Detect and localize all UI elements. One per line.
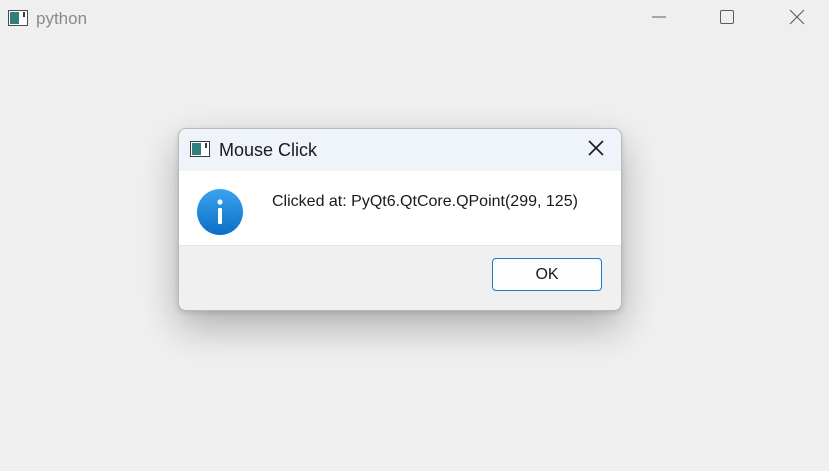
- main-window-titlebar: python: [0, 0, 829, 38]
- app-icon: [8, 10, 28, 26]
- minimize-icon: [651, 9, 667, 30]
- close-button[interactable]: [768, 0, 826, 38]
- message-dialog: Mouse Click Clicked at: PyQt6.QtCore.QPo…: [178, 128, 622, 311]
- dialog-close-button[interactable]: [579, 135, 613, 165]
- ok-button[interactable]: OK: [492, 258, 602, 291]
- dialog-title: Mouse Click: [219, 140, 318, 160]
- info-icon: [196, 188, 244, 236]
- close-icon: [587, 139, 605, 162]
- minimize-button[interactable]: [630, 0, 688, 38]
- dialog-body: Clicked at: PyQt6.QtCore.QPoint(299, 125…: [179, 171, 621, 246]
- app-icon: [190, 141, 210, 157]
- maximize-button[interactable]: [698, 0, 756, 38]
- close-icon: [789, 9, 805, 30]
- dialog-titlebar: Mouse Click: [179, 129, 621, 171]
- dialog-message: Clicked at: PyQt6.QtCore.QPoint(299, 125…: [272, 193, 578, 210]
- maximize-icon: [719, 9, 735, 30]
- window-title: python: [36, 9, 88, 28]
